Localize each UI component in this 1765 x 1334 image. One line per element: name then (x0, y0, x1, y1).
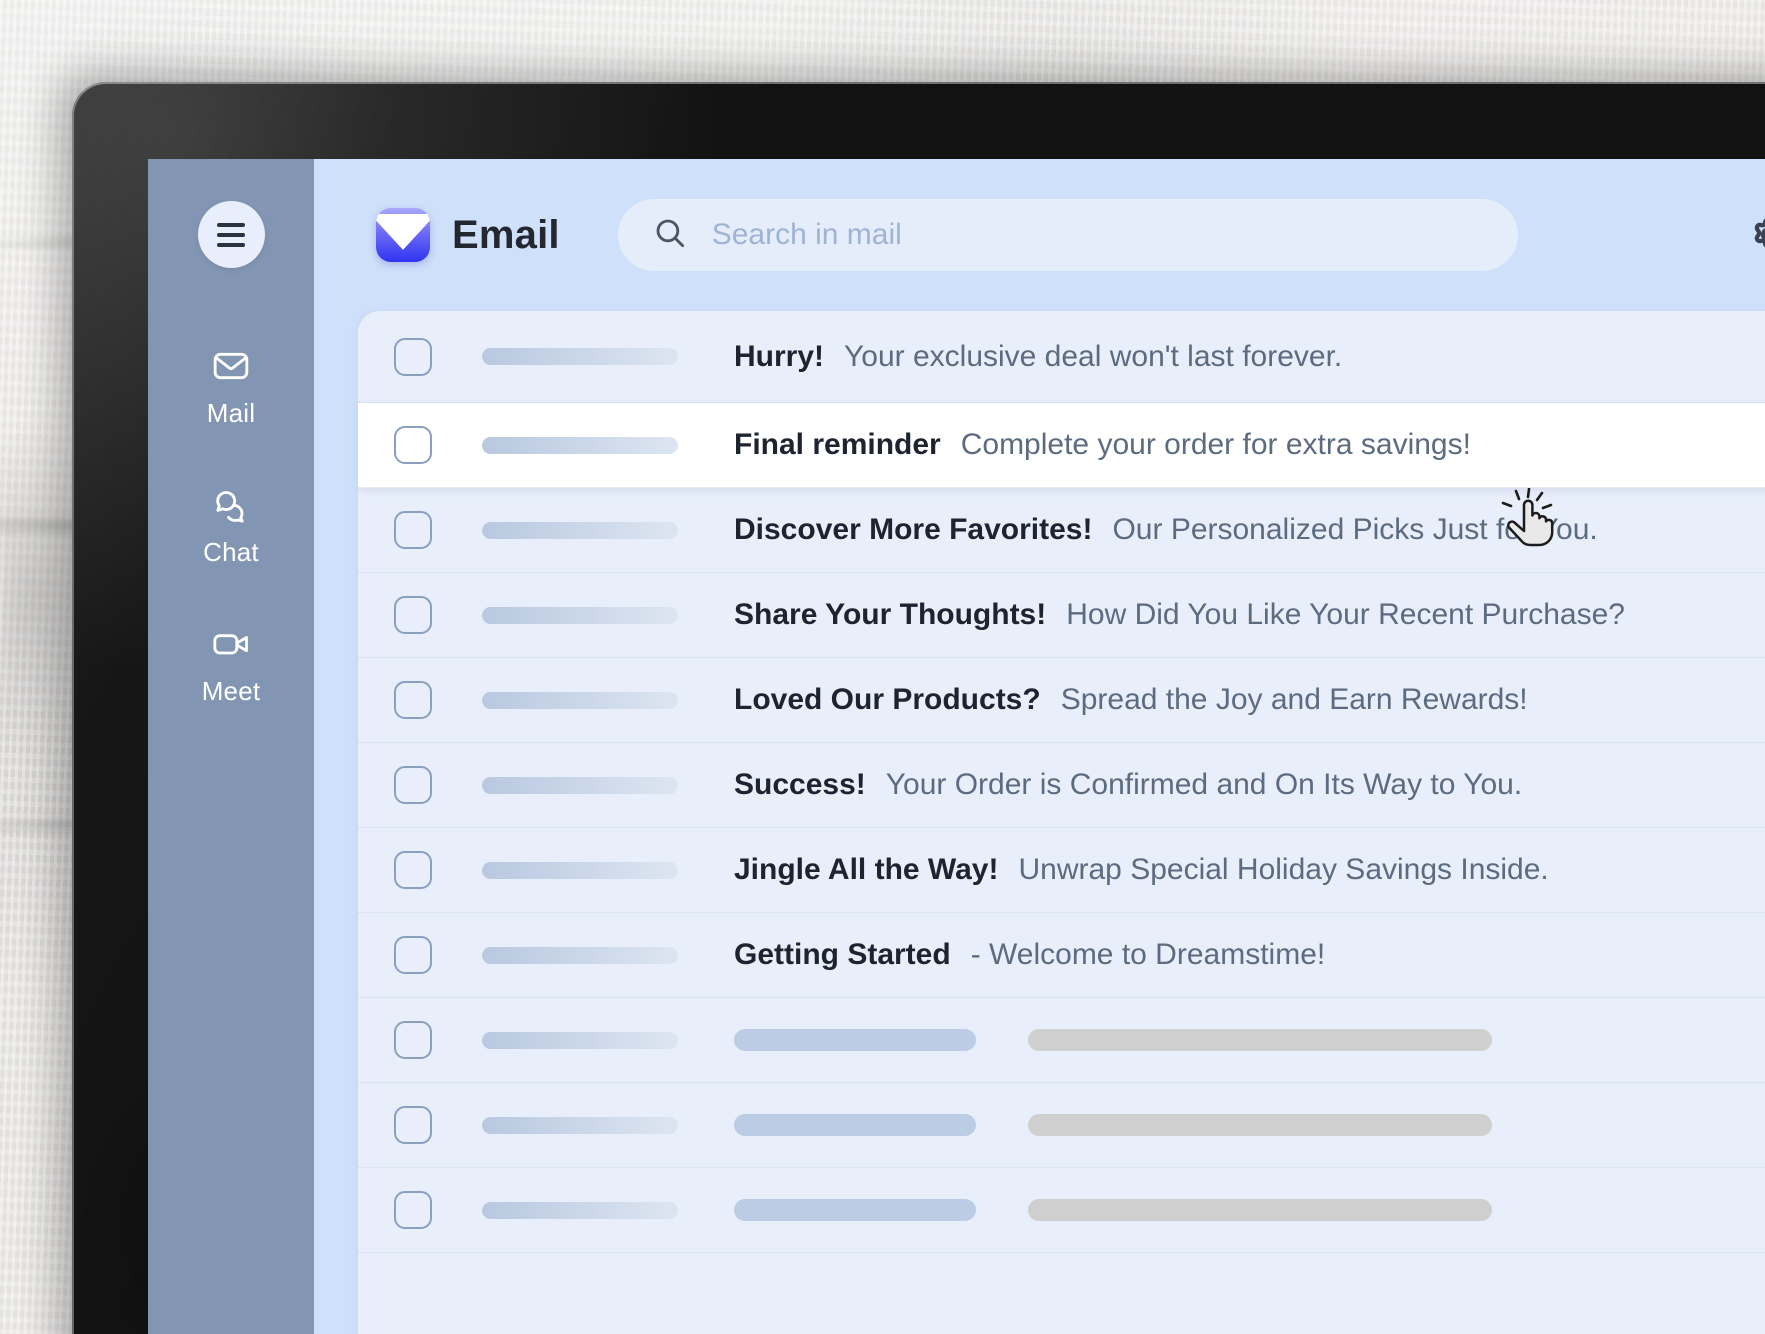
row-checkbox[interactable] (394, 1021, 432, 1059)
hamburger-menu-icon (217, 222, 245, 247)
row-text: Jingle All the Way! Unwrap Special Holid… (734, 853, 1549, 887)
envelope-icon (211, 346, 251, 386)
main-area: Email Search in mail Hurry! Your exclusi… (314, 159, 1765, 1334)
video-camera-icon (211, 624, 251, 664)
sender-placeholder-bar (482, 521, 678, 539)
sidebar-item-chat[interactable]: Chat (148, 485, 314, 568)
hamburger-menu-button[interactable] (197, 201, 265, 268)
preview-placeholder-bar (1028, 1114, 1492, 1136)
row-text: Getting Started - Welcome to Dreamstime! (734, 938, 1325, 972)
row-sender: Hurry! (734, 339, 825, 373)
sidebar-item-label: Meet (201, 676, 261, 706)
laptop-device: Mail Chat Meet Email Search in mail Hurr… (72, 82, 1765, 1334)
row-text: Loved Our Products? Spread the Joy and E… (734, 683, 1528, 717)
sender-placeholder-bar (482, 946, 678, 964)
row-checkbox[interactable] (394, 1106, 432, 1144)
preview-placeholder-bar (1028, 1029, 1492, 1051)
top-bar: Email (314, 159, 1765, 311)
scene: Mail Chat Meet Email Search in mail Hurr… (0, 0, 1765, 1334)
row-sender: Share Your Thoughts! (734, 598, 1047, 631)
sender-placeholder-bar (482, 861, 678, 879)
settings-button[interactable] (1740, 207, 1765, 263)
table-row-skeleton[interactable] (358, 1083, 1765, 1168)
sender-placeholder-bar (482, 436, 678, 454)
row-subject: Our Personalized Picks Just for You. (1112, 513, 1598, 546)
row-sender: Loved Our Products? (734, 683, 1041, 716)
subject-placeholder-bar (734, 1029, 976, 1051)
search-icon (652, 215, 688, 256)
row-checkbox[interactable] (394, 337, 432, 376)
laptop-screen: Mail Chat Meet Email Search in mail Hurr… (148, 159, 1765, 1334)
sender-placeholder-bar (482, 776, 678, 794)
sidebar-item-label: Chat (203, 537, 259, 567)
row-subject: How Did You Like Your Recent Purchase? (1066, 598, 1625, 631)
row-checkbox[interactable] (394, 851, 432, 889)
sender-placeholder-bar (482, 348, 678, 365)
search-input[interactable] (711, 218, 1484, 252)
row-subject: - Welcome to Dreamstime! (970, 938, 1326, 971)
sender-placeholder-bar (482, 1031, 678, 1049)
preview-placeholder-bar (1028, 1199, 1492, 1221)
row-text: Hurry! Your exclusive deal won't last fo… (734, 340, 1342, 374)
row-checkbox[interactable] (394, 936, 432, 974)
row-sender: Discover More Favorites! (734, 513, 1093, 546)
row-checkbox[interactable] (394, 596, 432, 634)
sender-placeholder-bar (482, 1116, 678, 1134)
row-sender: Getting Started (734, 938, 951, 971)
sidebar-item-meet[interactable]: Meet (148, 624, 314, 707)
subject-placeholder-bar (734, 1114, 976, 1136)
row-checkbox[interactable] (394, 511, 432, 549)
table-row[interactable]: Jingle All the Way! Unwrap Special Holid… (358, 828, 1765, 913)
row-subject: Spread the Joy and Earn Rewards! (1060, 683, 1528, 716)
table-row[interactable]: Loved Our Products? Spread the Joy and E… (358, 658, 1765, 743)
sender-placeholder-bar (482, 1201, 678, 1219)
sidebar-item-label: Mail (206, 398, 256, 428)
row-text: Discover More Favorites! Our Personalize… (734, 513, 1598, 547)
table-row[interactable]: Share Your Thoughts! How Did You Like Yo… (358, 573, 1765, 658)
subject-placeholder-bar (734, 1199, 976, 1221)
row-text: Success! Your Order is Confirmed and On … (734, 768, 1522, 802)
table-row[interactable]: Discover More Favorites! Our Personalize… (358, 488, 1765, 573)
table-row[interactable]: Getting Started - Welcome to Dreamstime! (358, 913, 1765, 998)
search-bar[interactable] (617, 199, 1518, 271)
table-row-skeleton[interactable] (358, 998, 1765, 1083)
row-checkbox[interactable] (394, 426, 432, 464)
row-sender: Jingle All the Way! (734, 853, 999, 886)
sidebar-nav: Mail Chat Meet (148, 346, 314, 707)
row-sender: Final reminder (734, 428, 941, 461)
row-checkbox[interactable] (394, 681, 432, 719)
table-row[interactable]: Final reminder Complete your order for e… (358, 403, 1765, 488)
sidebar-item-mail[interactable]: Mail (148, 346, 314, 429)
mail-list-container: Hurry! Your exclusive deal won't last fo… (314, 311, 1765, 1334)
row-subject: Your Order is Confirmed and On Its Way t… (885, 768, 1523, 801)
row-text: Share Your Thoughts! How Did You Like Yo… (734, 598, 1625, 632)
gear-icon (1744, 210, 1765, 261)
row-subject: Complete your order for extra savings! (960, 428, 1471, 461)
brand: Email (376, 208, 560, 262)
chat-bubbles-icon (211, 485, 251, 525)
table-row[interactable]: Success! Your Order is Confirmed and On … (358, 743, 1765, 828)
sidebar: Mail Chat Meet (148, 159, 314, 1334)
row-subject: Unwrap Special Holiday Savings Inside. (1018, 853, 1549, 886)
table-row[interactable]: Hurry! Your exclusive deal won't last fo… (358, 311, 1765, 403)
row-checkbox[interactable] (394, 1191, 432, 1229)
sender-placeholder-bar (482, 606, 678, 624)
mail-list-panel[interactable]: Hurry! Your exclusive deal won't last fo… (358, 311, 1765, 1334)
row-subject: Your exclusive deal won't last forever. (844, 339, 1343, 373)
row-sender: Success! (734, 768, 866, 801)
envelope-logo-icon (376, 208, 430, 262)
sender-placeholder-bar (482, 691, 678, 709)
table-row-skeleton[interactable] (358, 1168, 1765, 1253)
app-title: Email (452, 212, 560, 257)
row-checkbox[interactable] (394, 766, 432, 804)
row-text: Final reminder Complete your order for e… (734, 428, 1471, 462)
